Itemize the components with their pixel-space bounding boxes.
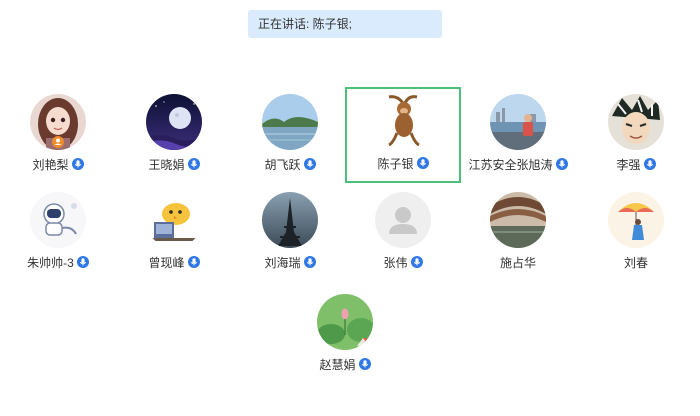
cartoon-chick-avatar <box>146 192 202 248</box>
microphone-icon <box>358 358 371 370</box>
participant-tile[interactable]: 李强 <box>578 88 694 184</box>
monkey-avatar <box>375 93 431 149</box>
participant-tile[interactable]: 胡飞跃 <box>232 88 348 184</box>
microphone-icon <box>71 158 84 170</box>
microphone-icon <box>643 158 656 170</box>
umbrella-girl-avatar <box>608 192 664 248</box>
participant-name: 刘海瑞 <box>264 255 301 270</box>
lakeside-person-avatar <box>490 94 546 150</box>
microphone-icon <box>555 158 568 170</box>
microphone-icon <box>303 256 316 268</box>
night-moon-avatar <box>146 94 202 150</box>
participant-name: 李强 <box>616 157 641 172</box>
participant-name: 刘春 <box>623 255 648 270</box>
speaking-status-bar: 正在讲话: 陈子银; <box>248 10 442 38</box>
participant-name: 刘艳梨 <box>32 157 69 172</box>
participant-name: 张伟 <box>383 255 408 270</box>
participant-name: 王晓娟 <box>148 157 185 172</box>
participant-name: 施占华 <box>499 255 536 270</box>
participant-name: 曾现峰 <box>148 255 185 270</box>
lotus-pond-avatar <box>317 294 373 350</box>
microphone-icon <box>187 256 200 268</box>
architecture-avatar <box>490 192 546 248</box>
participant-name: 朱帅帅-3 <box>27 255 74 270</box>
participant-name: 陈子银 <box>377 156 414 171</box>
anime-character-avatar <box>608 94 664 150</box>
participant-tile[interactable]: 王晓娟 <box>116 88 232 184</box>
participant-tile[interactable]: 施占华 <box>460 186 576 282</box>
default-user-avatar <box>375 192 431 248</box>
active-speaker-tile[interactable]: 陈子银 <box>345 87 461 183</box>
microphone-icon <box>416 157 429 169</box>
participant-name: 赵慧娟 <box>319 357 356 372</box>
participant-tile[interactable]: 朱帅帅-3 <box>0 186 116 282</box>
participant-tile[interactable]: 曾现峰 <box>116 186 232 282</box>
participant-tile[interactable]: 赵慧娟 <box>287 288 403 384</box>
anime-girl-avatar <box>30 94 86 150</box>
microphone-icon <box>410 256 423 268</box>
participant-name: 江苏安全张旭涛 <box>468 157 553 172</box>
microphone-icon <box>303 158 316 170</box>
participant-tile[interactable]: 刘春 <box>578 186 694 282</box>
microphone-icon <box>187 158 200 170</box>
eiffel-tower-avatar <box>262 192 318 248</box>
participant-tile[interactable]: 张伟 <box>345 186 461 282</box>
lake-landscape-avatar <box>262 94 318 150</box>
participant-tile[interactable]: 江苏安全张旭涛 <box>460 88 576 184</box>
speaking-status-text: 正在讲话: 陈子银; <box>258 17 353 31</box>
participant-tile[interactable]: 刘艳梨 <box>0 88 116 184</box>
participant-name: 胡飞跃 <box>264 157 301 172</box>
microphone-icon <box>76 256 89 268</box>
astronaut-avatar <box>30 192 86 248</box>
participant-tile[interactable]: 刘海瑞 <box>232 186 348 282</box>
